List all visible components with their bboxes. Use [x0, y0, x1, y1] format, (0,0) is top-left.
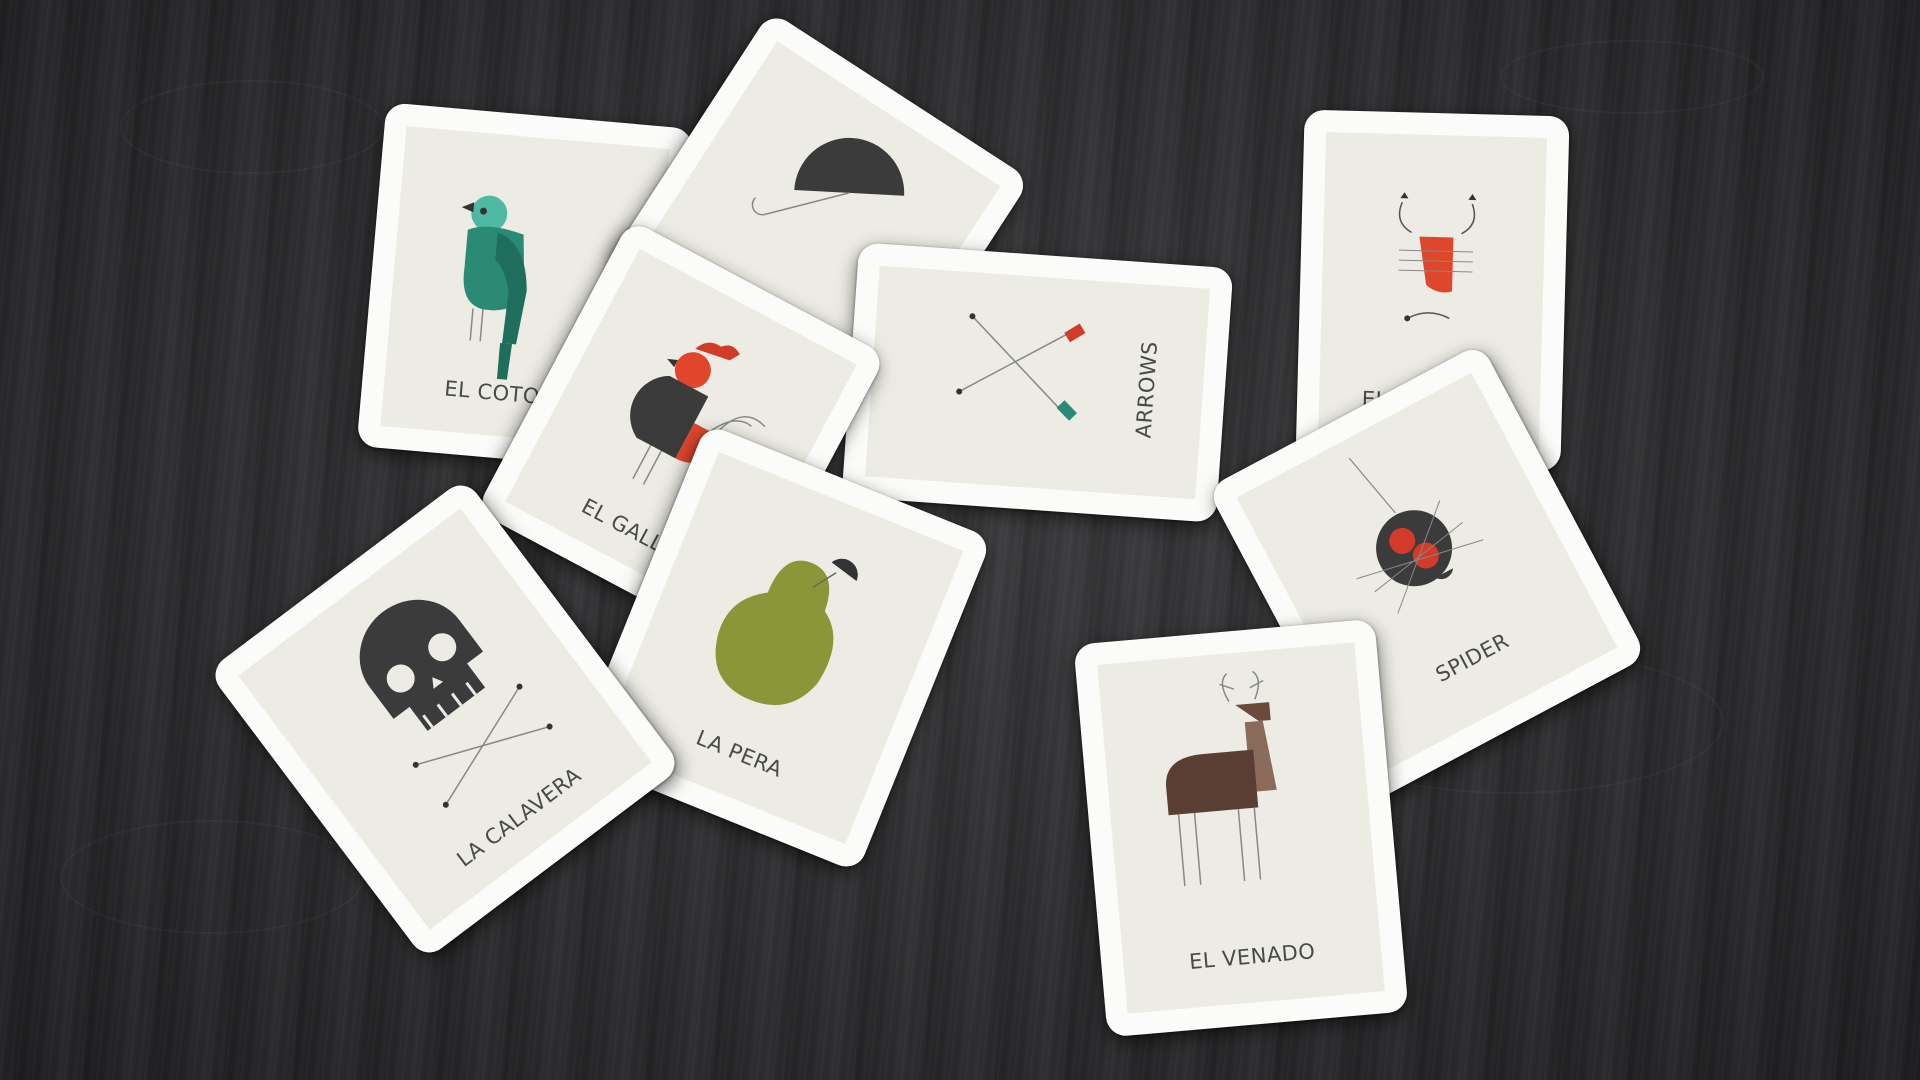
wood-grain [120, 80, 384, 174]
wood-table-background: EL COTORRO ARROWS EL GALLO SPIDER LA PER… [0, 0, 1920, 1080]
wood-grain [1500, 40, 1764, 114]
card-arrows[interactable]: ARROWS [841, 242, 1234, 523]
card-el-venado[interactable]: EL VENADO [1073, 618, 1409, 1038]
wood-grain [60, 820, 364, 934]
crossed-arrows-icon [956, 313, 1086, 421]
